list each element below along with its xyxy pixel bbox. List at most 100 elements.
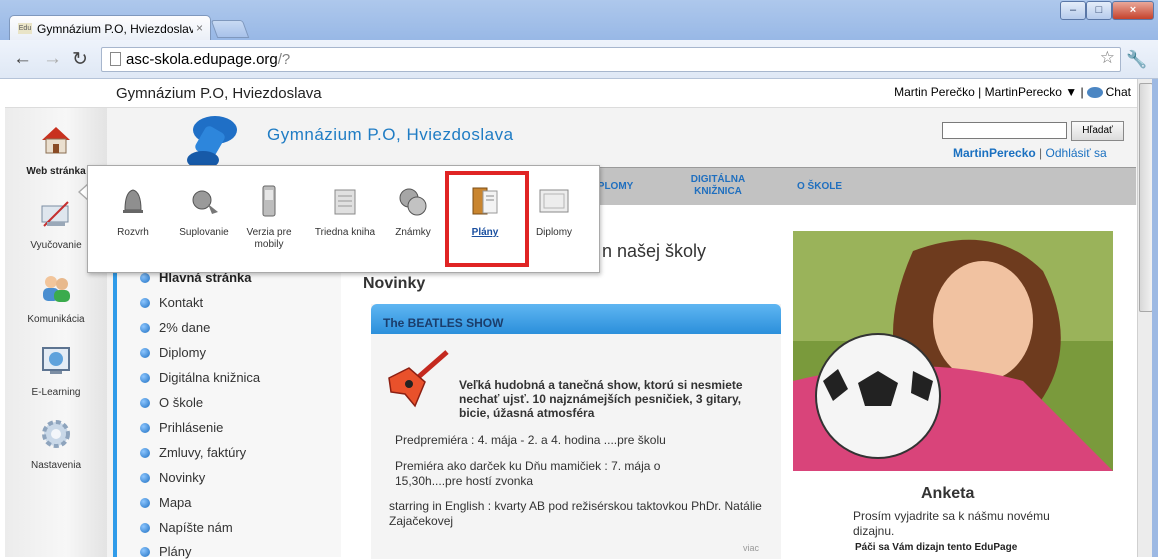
forward-arrow-icon[interactable]: → [43,48,62,70]
nav-label-komunikacia: Komunikácia [27,314,85,325]
sidebar-item-o-skole[interactable]: O škole [140,395,203,410]
school-name: Gymnázium P.O, Hviezdoslava [116,85,322,102]
sidebar-item-prihlasenie[interactable]: Prihlásenie [140,420,223,435]
tab-title: Gymnázium P.O, Hviezdoslava [37,22,193,36]
sidebar-item-2-dane[interactable]: 2% dane [140,320,210,335]
sidebar-item-kontakt[interactable]: Kontakt [140,295,203,310]
chat-icon[interactable] [1086,87,1103,99]
popup-item-triedna-kniha[interactable]: Triedna kniha [312,184,378,239]
search-input[interactable] [942,122,1067,139]
more-link[interactable]: viac [743,543,759,553]
user-links: MartinPerecko | Odhlásiť sa [953,146,1107,160]
title-bar: Edu Gymnázium P.O, Hviezdoslava × – □ × [0,0,1158,42]
nav-label-nastavenia: Nastavenia [30,460,82,471]
scrollbar-thumb[interactable] [1139,83,1153,312]
news-card-header[interactable]: The BEATLES SHOW [371,304,781,334]
girl-with-ball-photo [793,231,1113,471]
bullet-icon [140,273,150,283]
browser-toolbar: ← → ↻ asc-skola.edupage.org/? ☆ 🔧 [0,40,1158,79]
guitar-icon [388,350,449,408]
maximize-button[interactable]: □ [1086,1,1112,20]
sidebar-item-digitalna-kniznica[interactable]: Digitálna knižnica [140,370,260,385]
sidebar-item-mapa[interactable]: Mapa [140,495,192,510]
minimize-button[interactable]: – [1060,1,1086,20]
wrench-icon[interactable]: 🔧 [1126,50,1147,70]
sidebar-item-diplomy[interactable]: Diplomy [140,345,206,360]
menu-item-o-skole[interactable]: O ŠKOLE [797,181,842,193]
diploma-icon [539,189,569,213]
bell-icon [123,189,143,213]
bullet-icon [140,398,150,408]
welcome-heading: n našej školy [602,241,707,261]
popup-item-verzia-pre-mobily[interactable]: Verzia pre mobily [238,184,300,251]
user-name-text[interactable]: Martin Perečko | MartinPerecko ▼ | [894,85,1084,99]
popup-item-diplomy[interactable]: Diplomy [523,184,585,239]
news-paragraph-3: starring in English : kvarty AB pod reži… [389,499,762,528]
bullet-icon [140,323,150,333]
username-link[interactable]: MartinPerecko [953,146,1036,160]
nav-label-web-stranka: Web stránka [26,166,86,177]
bullet-icon [140,473,150,483]
gear-icon [42,420,70,448]
bullet-icon [140,348,150,358]
teaching-icon [41,201,69,227]
menu-item-digitalna-kniznica[interactable]: DIGITÁLNA KNIŽNICA [678,174,758,198]
sidebar-item-novinky[interactable]: Novinky [140,470,205,485]
nav-item-nastavenia[interactable]: Nastavenia [5,416,107,471]
bookmark-star-icon[interactable]: ☆ [1100,48,1115,68]
back-arrow-icon[interactable]: ← [13,48,32,70]
monitor-icon [42,347,70,374]
new-tab-button[interactable] [210,20,250,38]
highlight-box [445,171,529,267]
popup-item-rozvrh[interactable]: Rozvrh [102,184,164,239]
favicon-icon: Edu [18,23,32,34]
vertical-scrollbar[interactable] [1137,79,1153,557]
substitution-icon [192,190,218,214]
mobile-phone-icon [262,185,276,217]
news-card-title[interactable]: The BEATLES SHOW [383,316,503,330]
bullet-icon [140,498,150,508]
close-window-button[interactable]: × [1112,1,1154,20]
bullet-icon [140,298,150,308]
nav-item-e-learning[interactable]: E-Learning [5,343,107,398]
user-menu[interactable]: Martin Perečko | MartinPerecko ▼ | Chat [894,85,1131,99]
news-lead: Veľká hudobná a tanečná show, ktorú si n… [459,378,743,420]
poll-text: Prosím vyjadrite sa k nášmu novému dizaj… [853,509,1050,538]
chat-label[interactable]: Chat [1106,85,1131,99]
edupage-top-bar: Gymnázium P.O, Hviezdoslava Martin Pereč… [5,79,1137,108]
people-icon [43,276,70,302]
site-title[interactable]: Gymnázium P.O, Hviezdoslava [267,125,514,145]
page-area: Gymnázium P.O, Hviezdoslava Martin Pereč… [5,79,1137,559]
menu-item-diplomy[interactable]: IPLOMY [595,181,633,193]
window-frame [1152,79,1158,557]
popup-item-znamky[interactable]: Známky [382,184,444,239]
class-book-icon [334,189,356,215]
poll-question: Páči sa Vám dizajn tento EduPage [855,542,1018,553]
page-icon [110,52,121,66]
news-paragraph-1: Predpremiéra : 4. mája - 2. a 4. hodina … [395,433,666,447]
search-button[interactable]: Hľadať [1071,121,1124,141]
bullet-icon [140,448,150,458]
nav-label-vyucovanie: Vyučovanie [30,240,82,251]
tab-close-icon[interactable]: × [196,21,203,35]
nav-label-e-learning: E-Learning [31,387,81,398]
news-heading: Novinky [363,275,426,292]
house-icon [42,127,70,154]
logout-link[interactable]: Odhlásiť sa [1046,146,1107,160]
popup-item-suplovanie[interactable]: Suplovanie [173,184,235,239]
news-paragraph-2: Premiéra ako darček ku Dňu mamičiek : 7.… [395,459,661,488]
address-bar[interactable]: asc-skola.edupage.org/? ☆ [101,47,1121,72]
bullet-icon [140,547,150,557]
url-text: asc-skola.edupage.org/? [126,51,291,68]
nav-item-komunikacia[interactable]: Komunikácia [5,270,107,325]
bullet-icon [140,373,150,383]
news-card: The BEATLES SHOW Veľká hudobná a tanečná… [371,304,781,559]
grades-icon [399,188,427,216]
bullet-icon [140,423,150,433]
reload-icon[interactable]: ↻ [72,48,88,71]
separator: | [1039,146,1043,160]
sidebar-item-zmluvy-faktury[interactable]: Zmluvy, faktúry [140,445,246,460]
sidebar-item-napiste-nam[interactable]: Napíšte nám [140,520,233,535]
bullet-icon [140,523,150,533]
browser-tab[interactable]: Edu Gymnázium P.O, Hviezdoslava × [9,15,211,42]
